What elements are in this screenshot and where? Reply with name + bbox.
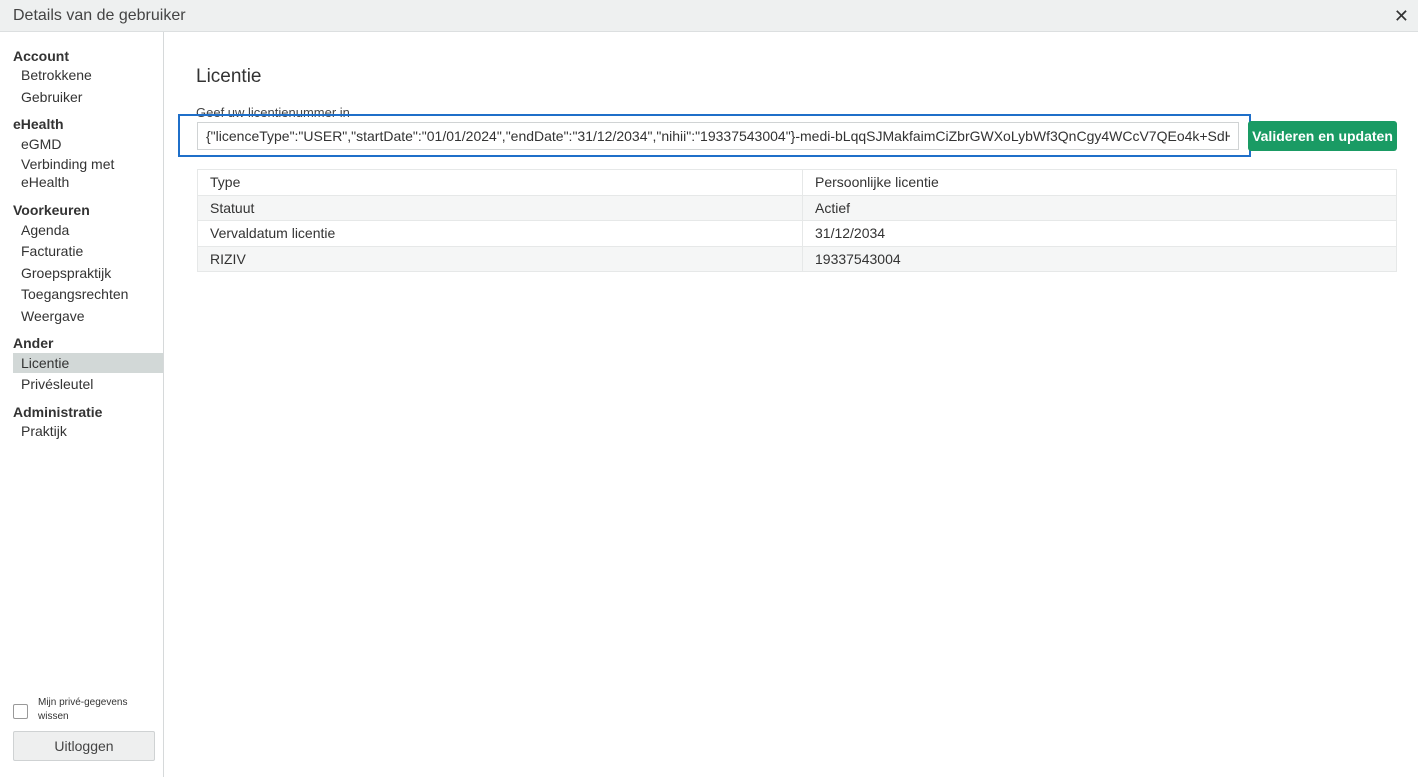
table-cell-key: RIZIV [197,245,803,272]
sidebar-item-licentie[interactable]: Licentie [13,353,163,373]
nav-group-voorkeuren: Voorkeuren [13,202,90,218]
logout-button[interactable]: Uitloggen [13,731,155,761]
sidebar-item-weergave[interactable]: Weergave [13,306,163,326]
sidebar-item-toegangsrechten[interactable]: Toegangsrechten [13,284,163,304]
title-bar: Details van de gebruiker ✕ [0,0,1418,32]
wipe-private-data-row: Mijn privé-gegevens wissen [13,696,163,726]
wipe-private-data-label[interactable]: Mijn privé-gegevens wissen [38,696,158,724]
sidebar: Account Betrokkene Gebruiker eHealth eGM… [0,32,164,777]
table-cell-key: Type [197,169,803,196]
window-title: Details van de gebruiker [13,7,186,24]
table-row: Statuut Actief [197,194,1397,221]
close-icon[interactable]: ✕ [1394,6,1409,26]
nav-group-administratie: Administratie [13,404,103,420]
sidebar-item-praktijk[interactable]: Praktijk [13,421,163,441]
sidebar-item-facturatie[interactable]: Facturatie [13,241,163,261]
table-cell-value: Actief [802,194,1397,221]
table-cell-value: Persoonlijke licentie [802,169,1397,196]
sidebar-item-betrokkene[interactable]: Betrokkene [13,65,163,85]
nav-group-ehealth: eHealth [13,116,64,132]
sidebar-item-egmd[interactable]: eGMD [13,134,163,154]
table-row: RIZIV 19337543004 [197,245,1397,272]
table-cell-value: 19337543004 [802,245,1397,272]
table-cell-key: Statuut [197,194,803,221]
table-row: Type Persoonlijke licentie [197,169,1397,196]
nav-group-account: Account [13,48,69,64]
wipe-private-data-checkbox[interactable] [13,704,28,719]
table-cell-key: Vervaldatum licentie [197,220,803,247]
page-title: Licentie [196,66,262,87]
licence-input[interactable] [197,122,1239,150]
sidebar-item-verbinding-ehealth[interactable]: Verbinding met eHealth [13,155,133,191]
nav-group-ander: Ander [13,335,54,351]
sidebar-item-groepspraktijk[interactable]: Groepspraktijk [13,263,163,283]
table-cell-value: 31/12/2034 [802,220,1397,247]
licence-info-table: Type Persoonlijke licentie Statuut Actie… [197,169,1397,272]
sidebar-item-privesleutel[interactable]: Privésleutel [13,374,163,394]
table-row: Vervaldatum licentie 31/12/2034 [197,220,1397,247]
sidebar-item-agenda[interactable]: Agenda [13,220,163,240]
sidebar-item-gebruiker[interactable]: Gebruiker [13,87,163,107]
validate-update-button[interactable]: Valideren en updaten [1248,121,1397,151]
